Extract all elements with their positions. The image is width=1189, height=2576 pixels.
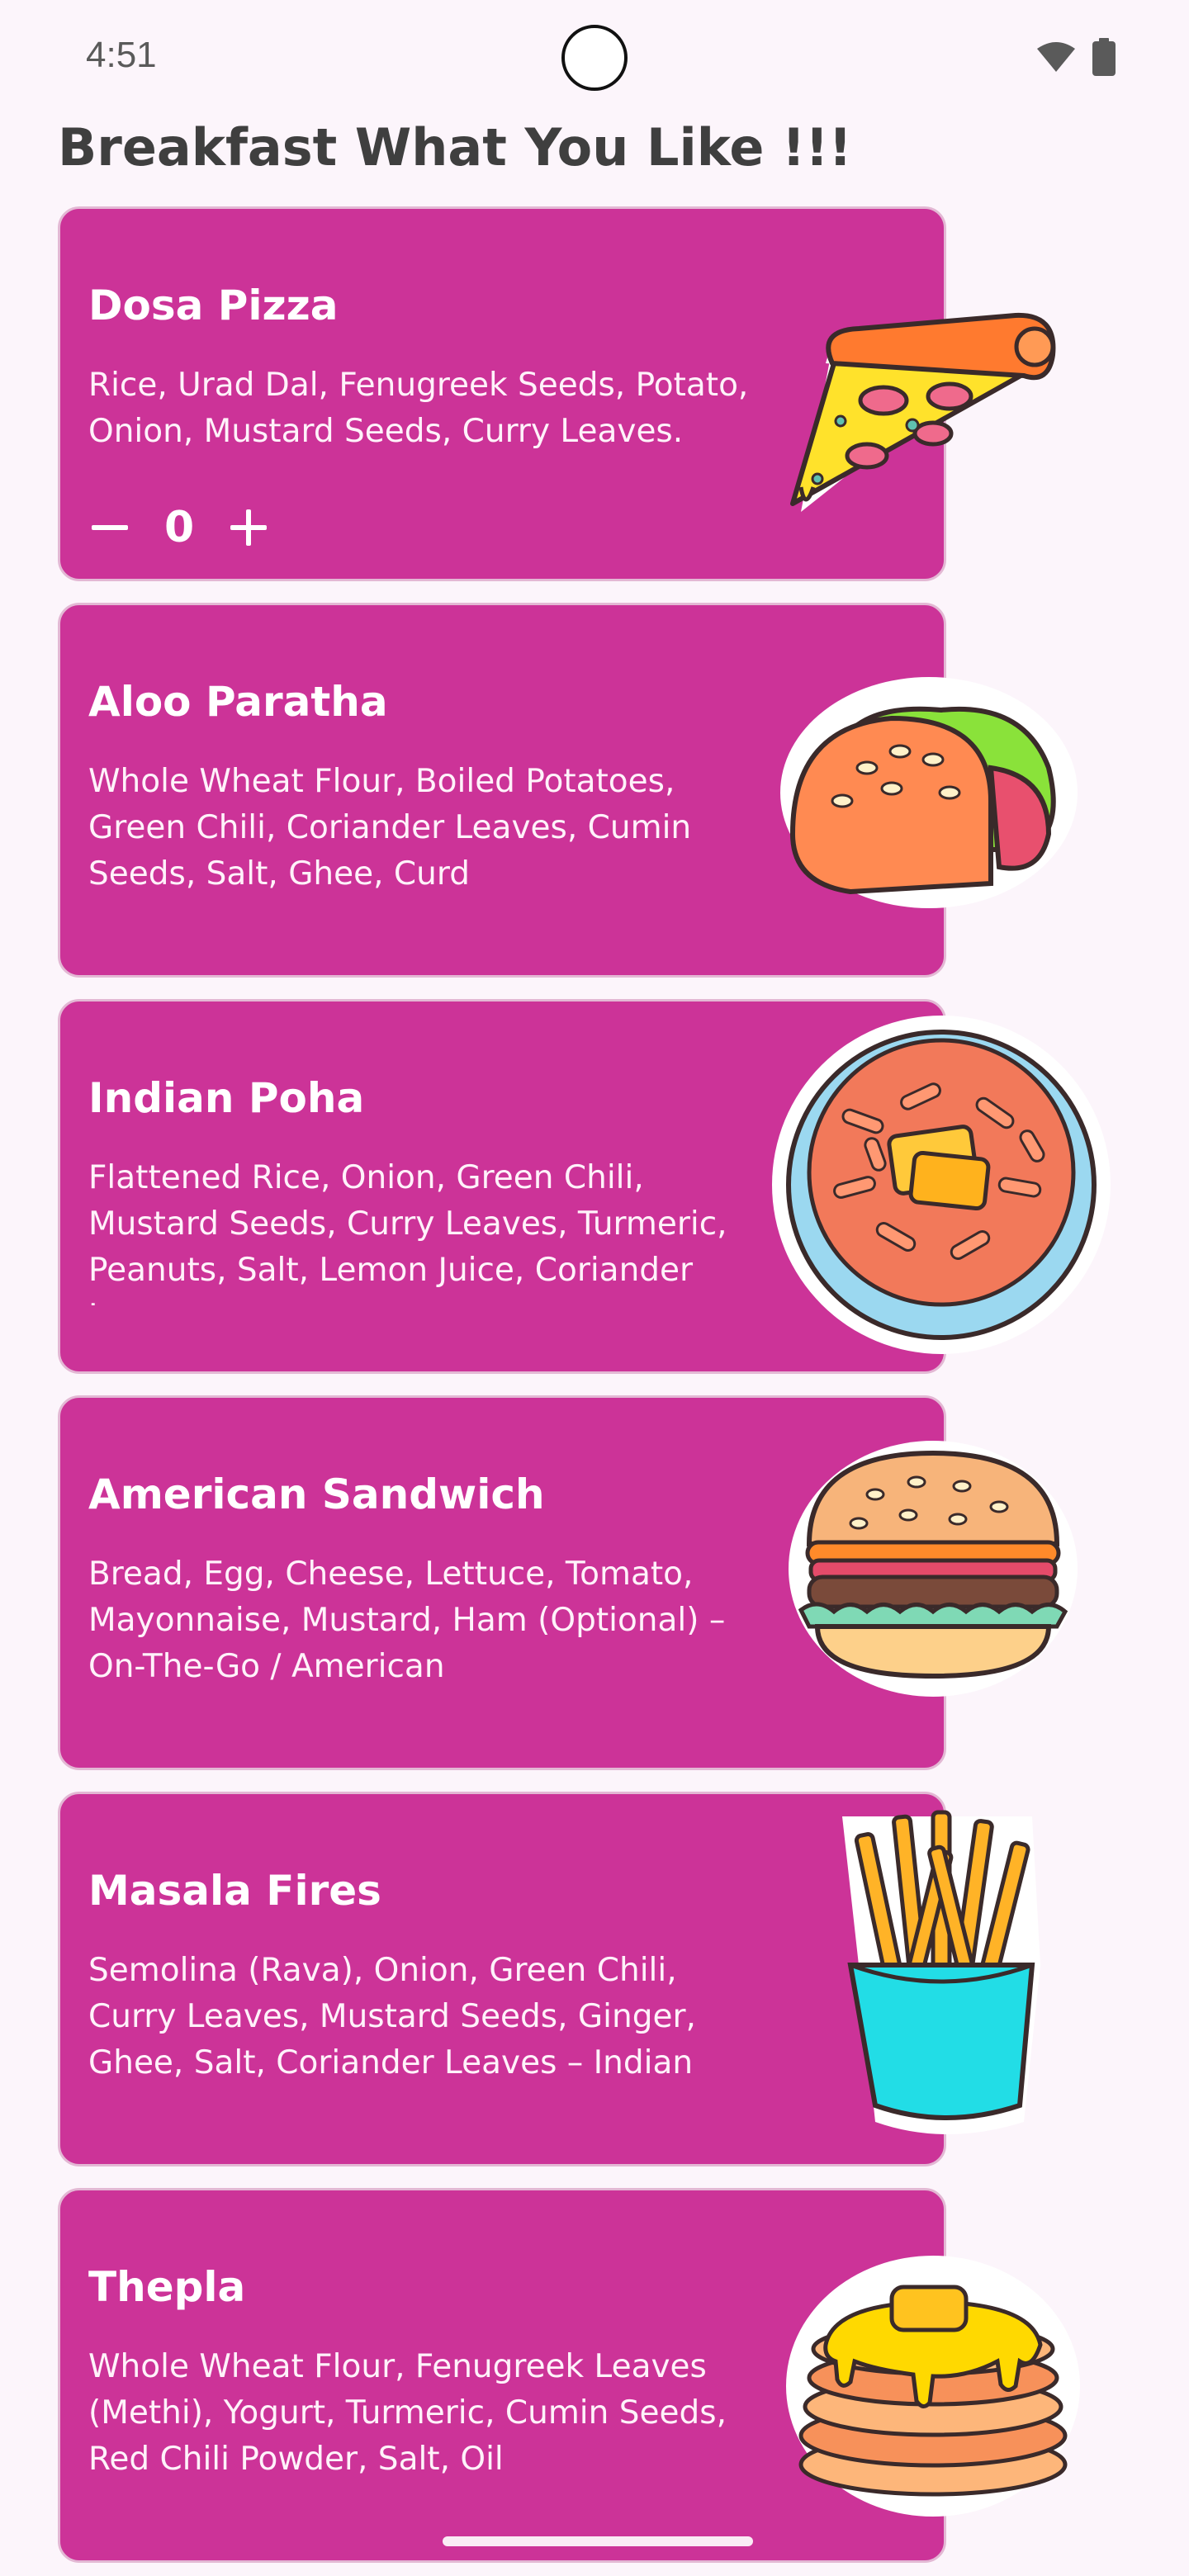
card-title: Indian Poha — [88, 1074, 365, 1122]
quantity-value: 0 — [164, 503, 195, 552]
page-title: Breakfast What You Like !!! — [58, 117, 852, 178]
taco-icon — [780, 677, 1078, 908]
status-time: 4:51 — [86, 35, 157, 75]
quantity-stepper[interactable]: 0 — [88, 503, 270, 552]
minus-icon — [92, 525, 128, 530]
card-title: Masala Fires — [88, 1867, 381, 1915]
french-fries-icon — [842, 1810, 1040, 2134]
plus-icon — [230, 509, 268, 546]
camera-cutout — [561, 25, 628, 91]
card-title: Thepla — [88, 2263, 246, 2311]
status-icons — [1035, 38, 1116, 76]
home-indicator[interactable] — [443, 2536, 753, 2546]
card-description: Flattened Rice, Onion, Green Chili, Must… — [88, 1159, 727, 1305]
pizza-slice-icon — [790, 312, 1056, 512]
card-description: Rice, Urad Dal, Fenugreek Seeds, Potato,… — [88, 367, 749, 450]
card-title: Aloo Paratha — [88, 678, 388, 726]
card-description: Semolina (Rava), Onion, Green Chili, Cur… — [88, 1952, 696, 2081]
card-description: Whole Wheat Flour, Boiled Potatoes, Gree… — [88, 763, 692, 893]
battery-icon — [1092, 38, 1116, 76]
menu-card-masala-fires[interactable]: Masala Fires Semolina (Rava), Onion, Gre… — [58, 1792, 946, 2166]
card-title: Dosa Pizza — [88, 282, 339, 329]
card-description: Bread, Egg, Cheese, Lettuce, Tomato, May… — [88, 1556, 726, 1685]
decrease-button[interactable] — [88, 506, 131, 549]
burger-icon — [789, 1441, 1078, 1697]
increase-button[interactable] — [227, 506, 270, 549]
card-title: American Sandwich — [88, 1470, 545, 1518]
wifi-icon — [1037, 42, 1075, 72]
status-bar: 4:51 — [0, 0, 1189, 116]
card-description: Whole Wheat Flour, Fenugreek Leaves (Met… — [88, 2348, 727, 2478]
pancakes-icon — [786, 2256, 1080, 2517]
pasta-bowl-icon — [772, 1016, 1111, 1354]
